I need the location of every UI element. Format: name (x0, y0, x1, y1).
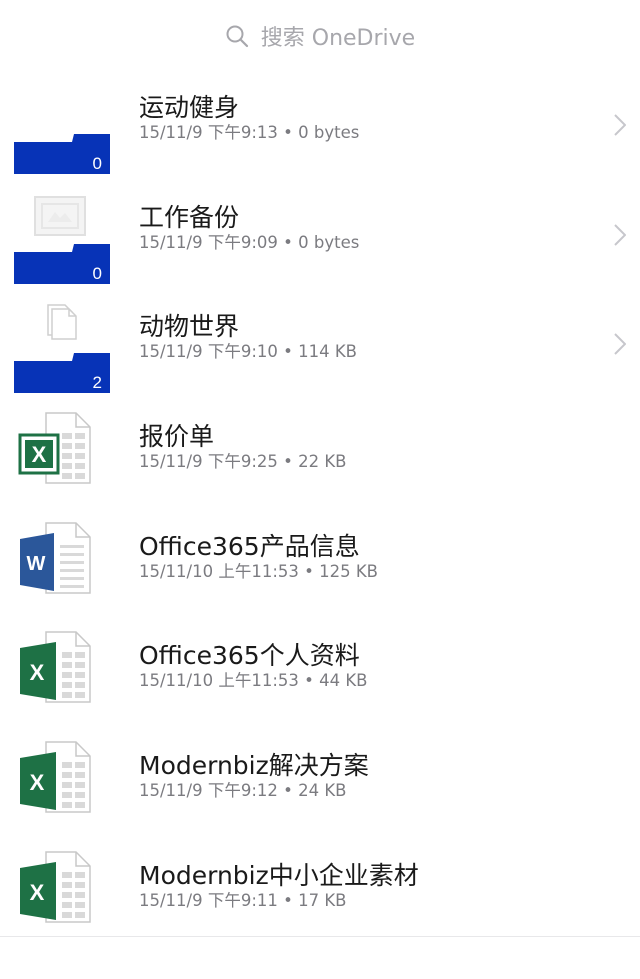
list-item[interactable]: X Modernbiz中小企业素材 15/11/9 下午9:11 • 17 KB (0, 846, 640, 956)
excel-file-icon: X (10, 626, 114, 726)
item-name: Modernbiz中小企业素材 (139, 860, 419, 890)
image-preview-icon (34, 195, 86, 236)
excel-file-icon: X (10, 407, 114, 507)
item-meta: 15/11/9 下午9:13 • 0 bytes (139, 123, 360, 142)
svg-text:X: X (30, 660, 45, 685)
svg-text:X: X (30, 770, 45, 795)
item-name: 动物世界 (139, 312, 240, 342)
search-placeholder: 搜索 OneDrive (260, 26, 416, 51)
excel-file-icon: X (10, 736, 114, 836)
file-list: 0 运动健身 15/11/9 下午9:13 • 0 bytes 0 工作备份 1… (0, 78, 640, 956)
folder-icon: 2 (10, 297, 114, 397)
list-item[interactable]: 2 动物世界 15/11/9 下午9:10 • 114 KB (0, 297, 640, 407)
item-name: Office365个人资料 (139, 641, 360, 671)
divider (0, 936, 640, 937)
list-item[interactable]: X Modernbiz解决方案 15/11/9 下午9:12 • 24 KB (0, 736, 640, 846)
item-meta: 15/11/9 下午9:12 • 24 KB (139, 781, 347, 801)
svg-text:W: W (27, 553, 46, 575)
search-icon (225, 24, 249, 48)
folder-item-count: 0 (92, 263, 102, 283)
list-item[interactable]: 0 运动健身 15/11/9 下午9:13 • 0 bytes (0, 78, 640, 188)
list-item[interactable]: X 报价单 15/11/9 下午9:25 • 22 KB (0, 407, 640, 517)
item-name: 运动健身 (139, 93, 240, 122)
item-meta: 15/11/10 上午11:53 • 125 KB (139, 561, 379, 581)
search-field[interactable]: 搜索 OneDrive (225, 20, 415, 52)
list-item[interactable]: X Office365个人资料 15/11/10 上午11:53 • 44 KB (0, 626, 640, 736)
item-name: Office365产品信息 (139, 531, 360, 561)
list-item[interactable]: 0 工作备份 15/11/9 下午9:09 • 0 bytes (0, 188, 640, 298)
item-name: 报价单 (139, 422, 215, 452)
document-preview-icon (47, 304, 77, 341)
item-name: 工作备份 (139, 202, 240, 232)
item-meta: 15/11/9 下午9:25 • 22 KB (139, 452, 347, 472)
item-meta: 15/11/9 下午9:11 • 17 KB (139, 890, 347, 910)
folder-item-count: 0 (92, 154, 102, 173)
search-bar[interactable]: 搜索 OneDrive (0, 0, 640, 72)
svg-text:X: X (30, 880, 45, 905)
folder-item-count: 2 (92, 373, 102, 393)
folder-icon: 0 (10, 188, 114, 288)
folder-icon: 0 (10, 78, 114, 178)
item-meta: 15/11/9 下午9:09 • 0 bytes (139, 232, 360, 252)
chevron-right-icon (614, 114, 626, 136)
list-item[interactable]: W Office365产品信息 15/11/10 上午11:53 • 125 K… (0, 517, 640, 627)
item-meta: 15/11/10 上午11:53 • 44 KB (139, 671, 368, 691)
item-meta: 15/11/9 下午9:10 • 114 KB (139, 342, 358, 362)
item-name: Modernbiz解决方案 (139, 751, 369, 781)
onedrive-file-list-screen: 搜索 OneDrive 0 运动健身 15/11/9 下午9:13 • 0 by… (0, 0, 640, 979)
svg-text:X: X (32, 442, 47, 467)
chevron-right-icon (614, 223, 626, 246)
word-file-icon: W (10, 517, 114, 617)
chevron-right-icon (614, 333, 626, 356)
excel-file-icon: X (10, 846, 114, 946)
